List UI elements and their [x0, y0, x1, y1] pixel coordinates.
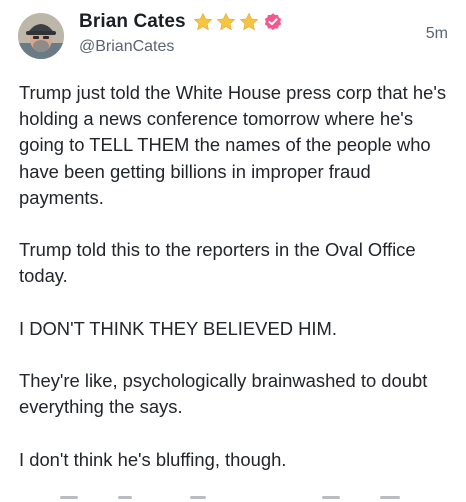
reply-action[interactable]: [60, 496, 78, 499]
avatar[interactable]: [18, 13, 64, 59]
author-handle[interactable]: @BrianCates: [79, 38, 174, 56]
action-bar: [0, 490, 466, 502]
post-paragraph: I DON'T THINK THEY BELIEVED HIM.: [19, 317, 337, 339]
post-timestamp[interactable]: 5m: [426, 25, 448, 43]
post-paragraph: They're like, psychologically brainwashe…: [19, 370, 428, 418]
verified-badge-icon: [264, 13, 281, 31]
post-paragraph: Trump told this to the reporters in the …: [19, 239, 416, 287]
star-icon: [216, 13, 235, 30]
post-paragraph: Trump just told the White House press co…: [19, 82, 447, 208]
badge-stars: [192, 11, 260, 33]
like-action[interactable]: [190, 496, 206, 499]
author-display-name[interactable]: Brian Cates: [79, 11, 186, 33]
author-row: Brian Cates: [79, 10, 283, 34]
share-action[interactable]: [322, 496, 340, 499]
star-icon: [239, 13, 258, 30]
post-card: Brian Cates @BrianCates 5m Trump just to…: [0, 0, 466, 500]
post-paragraph: I don't think he's bluffing, though.: [19, 448, 287, 470]
star-icon: [193, 13, 212, 30]
more-action[interactable]: [380, 496, 400, 499]
repost-action[interactable]: [118, 496, 132, 499]
post-body: Trump just told the White House press co…: [19, 80, 455, 473]
